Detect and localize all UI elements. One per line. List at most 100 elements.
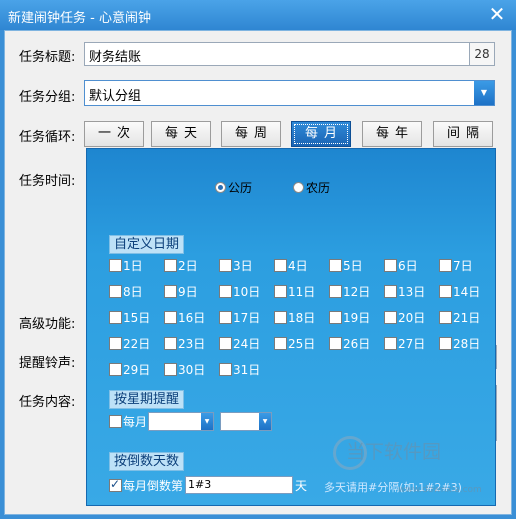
day-checkbox-23[interactable]: 23日 bbox=[164, 335, 205, 352]
solar-label: 公历 bbox=[228, 181, 253, 195]
countdown-checkbox[interactable] bbox=[109, 477, 122, 492]
day-label: 1日 bbox=[123, 259, 143, 273]
checkbox-box bbox=[164, 311, 177, 324]
title-bar: 新建闹钟任务 - 心意闹钟 ✕ bbox=[0, 0, 516, 30]
day-checkbox-12[interactable]: 12日 bbox=[329, 283, 370, 300]
task-title-input[interactable]: 财务结账 bbox=[84, 42, 470, 66]
checkbox-box bbox=[164, 337, 177, 350]
day-label: 11日 bbox=[288, 285, 316, 299]
checkbox-box bbox=[164, 285, 177, 298]
day-label: 10日 bbox=[233, 285, 261, 299]
cycle-monthly-button[interactable]: 每月 bbox=[291, 121, 351, 147]
solar-calendar-radio[interactable]: 公历 bbox=[215, 179, 252, 196]
checkbox-box bbox=[109, 363, 122, 376]
checkbox-box bbox=[109, 311, 122, 324]
week-monthly-checkbox[interactable] bbox=[109, 415, 122, 428]
cycle-interval-button[interactable]: 间隔 bbox=[433, 121, 493, 147]
ringtone-label: 提醒铃声: bbox=[19, 356, 76, 371]
day-checkbox-18[interactable]: 18日 bbox=[274, 309, 315, 326]
day-checkbox-9[interactable]: 9日 bbox=[164, 283, 198, 300]
task-group-label: 任务分组: bbox=[19, 90, 76, 105]
day-checkbox-24[interactable]: 24日 bbox=[219, 335, 260, 352]
week-ordinal-select[interactable]: ▼ bbox=[148, 412, 215, 431]
day-label: 5日 bbox=[343, 259, 363, 273]
day-checkbox-26[interactable]: 26日 bbox=[329, 335, 370, 352]
watermark-text: 当下软件园 bbox=[346, 441, 442, 463]
day-label: 12日 bbox=[343, 285, 371, 299]
task-group-value: 默认分组 bbox=[89, 89, 142, 104]
day-checkbox-19[interactable]: 19日 bbox=[329, 309, 370, 326]
checkbox-box bbox=[219, 259, 232, 272]
day-label: 8日 bbox=[123, 285, 143, 299]
day-checkbox-15[interactable]: 15日 bbox=[109, 309, 150, 326]
checkbox-box bbox=[329, 259, 342, 272]
day-checkbox-27[interactable]: 27日 bbox=[384, 335, 425, 352]
day-label: 16日 bbox=[178, 311, 206, 325]
weekday-select[interactable]: ▼ bbox=[220, 412, 273, 431]
day-label: 28日 bbox=[453, 337, 481, 351]
day-checkbox-14[interactable]: 14日 bbox=[439, 283, 480, 300]
day-label: 3日 bbox=[233, 259, 253, 273]
checkbox-box bbox=[109, 259, 122, 272]
day-checkbox-22[interactable]: 22日 bbox=[109, 335, 150, 352]
day-checkbox-31[interactable]: 31日 bbox=[219, 361, 260, 378]
day-checkbox-20[interactable]: 20日 bbox=[384, 309, 425, 326]
day-label: 4日 bbox=[288, 259, 308, 273]
title-char-count: 28 bbox=[469, 42, 495, 66]
day-checkbox-16[interactable]: 16日 bbox=[164, 309, 205, 326]
checkbox-box bbox=[274, 337, 287, 350]
checkbox-box bbox=[219, 337, 232, 350]
cycle-daily-button[interactable]: 每天 bbox=[151, 121, 211, 147]
day-checkbox-28[interactable]: 28日 bbox=[439, 335, 480, 352]
day-checkbox-7[interactable]: 7日 bbox=[439, 257, 473, 274]
close-icon[interactable]: ✕ bbox=[486, 3, 508, 25]
countdown-label: 每月倒数第 bbox=[123, 478, 184, 493]
checkbox-box bbox=[439, 311, 452, 324]
day-checkbox-5[interactable]: 5日 bbox=[329, 257, 363, 274]
checkbox-box bbox=[384, 285, 397, 298]
checkbox-box bbox=[439, 337, 452, 350]
chevron-down-icon[interactable]: ▼ bbox=[474, 81, 494, 105]
day-checkbox-13[interactable]: 13日 bbox=[384, 283, 425, 300]
chevron-down-icon[interactable]: ▼ bbox=[259, 413, 272, 430]
day-checkbox-3[interactable]: 3日 bbox=[219, 257, 253, 274]
day-label: 17日 bbox=[233, 311, 261, 325]
day-checkbox-2[interactable]: 2日 bbox=[164, 257, 198, 274]
day-checkbox-21[interactable]: 21日 bbox=[439, 309, 480, 326]
checkbox-box bbox=[219, 311, 232, 324]
day-checkbox-1[interactable]: 1日 bbox=[109, 257, 143, 274]
countdown-input[interactable]: 1#3 bbox=[185, 476, 294, 494]
cycle-yearly-button[interactable]: 每年 bbox=[362, 121, 422, 147]
day-label: 31日 bbox=[233, 363, 261, 377]
task-cycle-label: 任务循环: bbox=[19, 130, 76, 145]
day-label: 21日 bbox=[453, 311, 481, 325]
day-checkbox-17[interactable]: 17日 bbox=[219, 309, 260, 326]
day-label: 23日 bbox=[178, 337, 206, 351]
day-label: 25日 bbox=[288, 337, 316, 351]
day-checkbox-8[interactable]: 8日 bbox=[109, 283, 143, 300]
checkbox-box bbox=[384, 259, 397, 272]
day-checkbox-10[interactable]: 10日 bbox=[219, 283, 260, 300]
lunar-label: 农历 bbox=[306, 181, 331, 195]
week-reminder-row: 每月 ▼ ▼ bbox=[109, 412, 273, 431]
checkbox-box bbox=[439, 285, 452, 298]
day-checkbox-4[interactable]: 4日 bbox=[274, 257, 308, 274]
day-label: 30日 bbox=[178, 363, 206, 377]
lunar-calendar-radio[interactable]: 农历 bbox=[293, 179, 330, 196]
custom-date-heading: 自定义日期 bbox=[109, 235, 185, 254]
chevron-down-icon[interactable]: ▼ bbox=[201, 413, 214, 430]
cycle-once-button[interactable]: 一次 bbox=[84, 121, 144, 147]
day-checkbox-29[interactable]: 29日 bbox=[109, 361, 150, 378]
checkbox-box bbox=[329, 285, 342, 298]
week-reminder-heading: 按星期提醒 bbox=[109, 390, 185, 409]
cycle-weekly-button[interactable]: 每周 bbox=[221, 121, 281, 147]
day-checkbox-6[interactable]: 6日 bbox=[384, 257, 418, 274]
day-checkbox-30[interactable]: 30日 bbox=[164, 361, 205, 378]
day-label: 6日 bbox=[398, 259, 418, 273]
day-label: 15日 bbox=[123, 311, 151, 325]
task-group-select[interactable]: 默认分组 ▼ bbox=[84, 80, 495, 106]
checkbox-box bbox=[439, 259, 452, 272]
day-checkbox-25[interactable]: 25日 bbox=[274, 335, 315, 352]
day-checkbox-11[interactable]: 11日 bbox=[274, 283, 315, 300]
radio-indicator bbox=[215, 182, 226, 193]
